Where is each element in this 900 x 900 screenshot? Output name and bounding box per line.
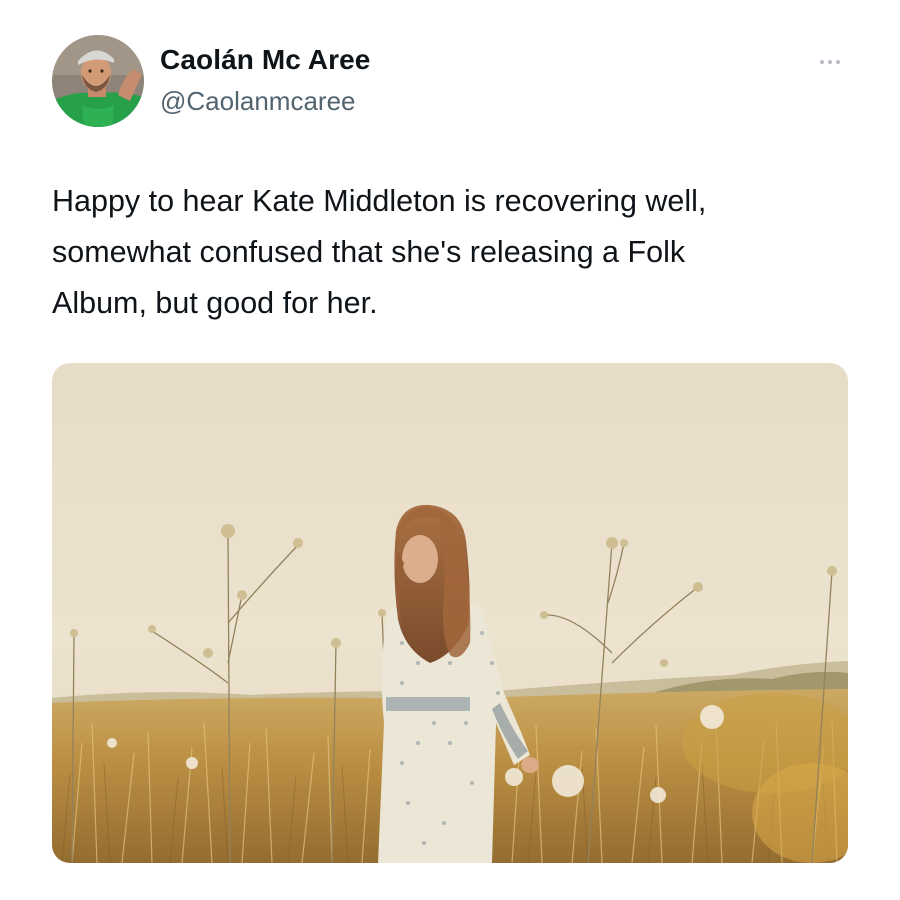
avatar-image xyxy=(52,35,144,127)
more-options-button[interactable] xyxy=(810,50,850,74)
tweet-card: Caolán Mc Aree @Caolanmcaree Happy to he… xyxy=(0,0,900,900)
tweet-text: Happy to hear Kate Middleton is recoveri… xyxy=(52,184,707,320)
more-options-icon xyxy=(820,60,824,64)
author-display-name[interactable]: Caolán Mc Aree xyxy=(160,44,370,76)
author-avatar[interactable] xyxy=(52,35,144,127)
more-options-icon-dot xyxy=(836,60,840,64)
tweet-photo[interactable] xyxy=(52,363,848,863)
author-handle[interactable]: @Caolanmcaree xyxy=(160,86,355,117)
photo-field-woman xyxy=(52,363,848,863)
more-options-icon-dot xyxy=(828,60,832,64)
